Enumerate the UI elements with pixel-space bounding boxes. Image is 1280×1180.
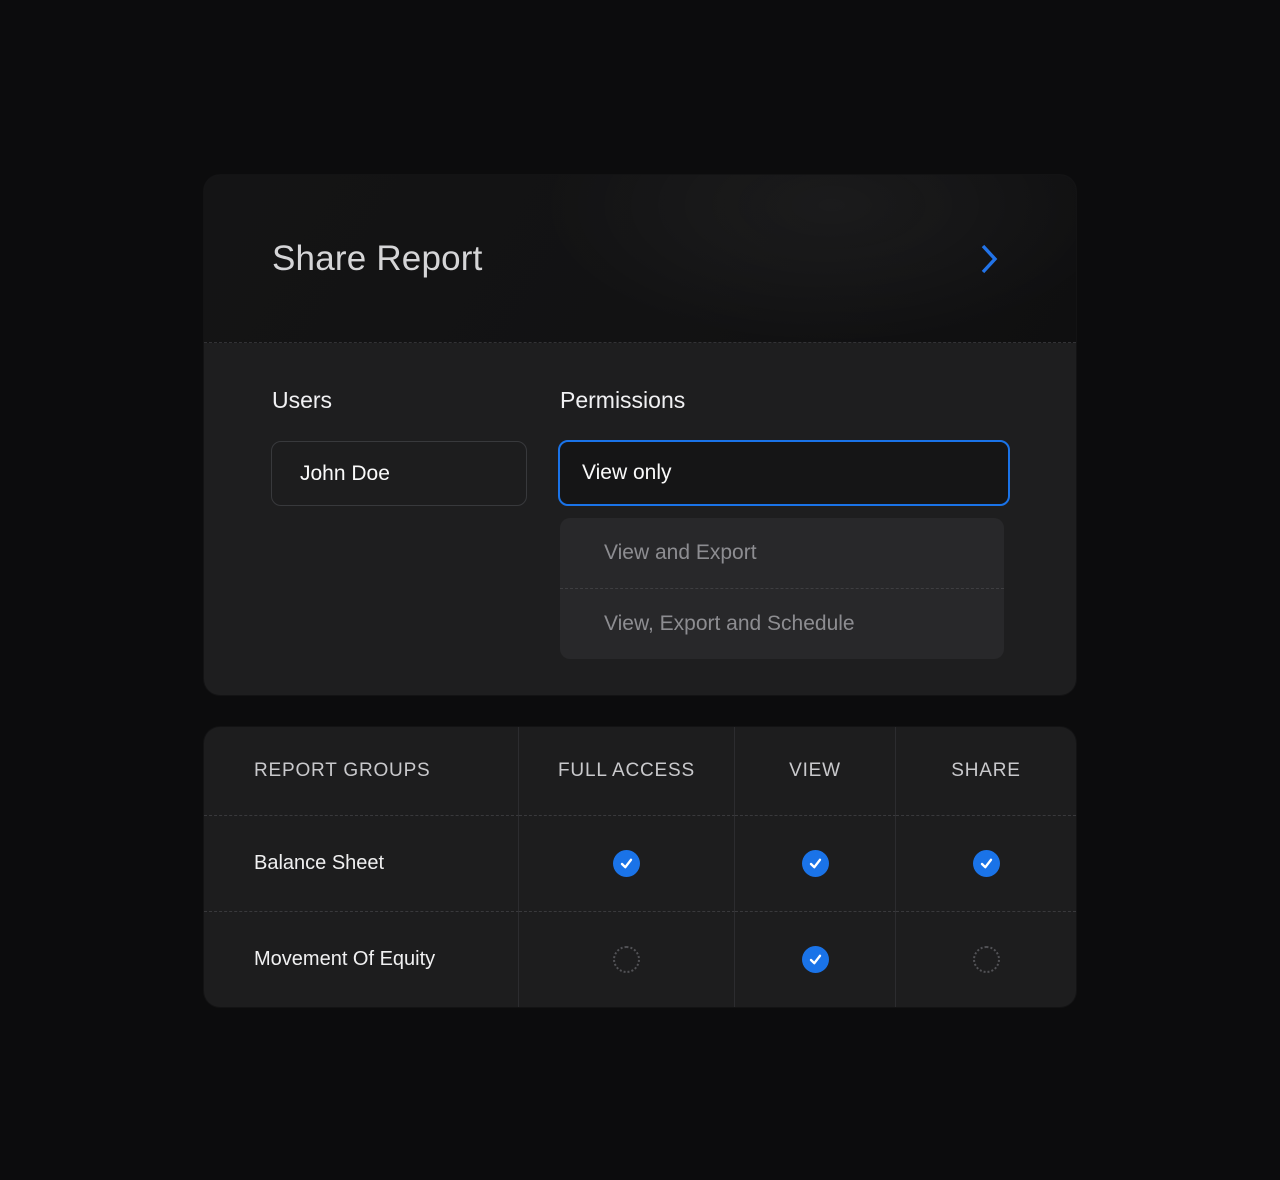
- column-header-view: VIEW: [735, 727, 896, 815]
- share-report-header: Share Report: [204, 175, 1076, 343]
- table-cell: [735, 815, 896, 911]
- dropdown-option-view-export-schedule[interactable]: View, Export and Schedule: [560, 589, 1004, 659]
- checkbox-movement-of-equity-share[interactable]: [973, 946, 1000, 973]
- page-title: Share Report: [272, 239, 483, 279]
- column-header-full-access: FULL ACCESS: [519, 727, 735, 815]
- users-input[interactable]: John Doe: [271, 441, 527, 506]
- column-header-share: SHARE: [896, 727, 1076, 815]
- table-cell: [519, 815, 735, 911]
- table-cell: [896, 911, 1076, 1007]
- users-label: Users: [272, 387, 332, 414]
- table-cell: [896, 815, 1076, 911]
- dropdown-option-view-and-export[interactable]: View and Export: [560, 518, 1004, 588]
- checkbox-balance-sheet-view[interactable]: [802, 850, 829, 877]
- chevron-right-icon[interactable]: [978, 242, 1000, 276]
- share-report-body: Users Permissions John Doe View only Vie…: [204, 343, 1076, 694]
- users-input-value: John Doe: [300, 462, 390, 486]
- report-groups-table: REPORT GROUPS FULL ACCESS VIEW SHARE Bal…: [204, 727, 1076, 1007]
- permissions-dropdown: View and Export View, Export and Schedul…: [560, 518, 1004, 659]
- row-label-balance-sheet: Balance Sheet: [204, 815, 519, 911]
- check-icon: [979, 856, 994, 871]
- checkbox-balance-sheet-full-access[interactable]: [613, 850, 640, 877]
- share-report-card: Share Report Users Permissions John Doe …: [204, 175, 1076, 695]
- column-header-report-groups: REPORT GROUPS: [204, 727, 519, 815]
- check-icon: [808, 952, 823, 967]
- check-icon: [808, 856, 823, 871]
- row-label-movement-of-equity: Movement Of Equity: [204, 911, 519, 1007]
- checkbox-movement-of-equity-view[interactable]: [802, 946, 829, 973]
- check-icon: [619, 856, 634, 871]
- permissions-select[interactable]: View only: [558, 440, 1010, 506]
- table-cell: [519, 911, 735, 1007]
- permissions-select-value: View only: [582, 461, 672, 485]
- checkbox-movement-of-equity-full-access[interactable]: [613, 946, 640, 973]
- table-cell: [735, 911, 896, 1007]
- checkbox-balance-sheet-share[interactable]: [973, 850, 1000, 877]
- permissions-label: Permissions: [560, 387, 685, 414]
